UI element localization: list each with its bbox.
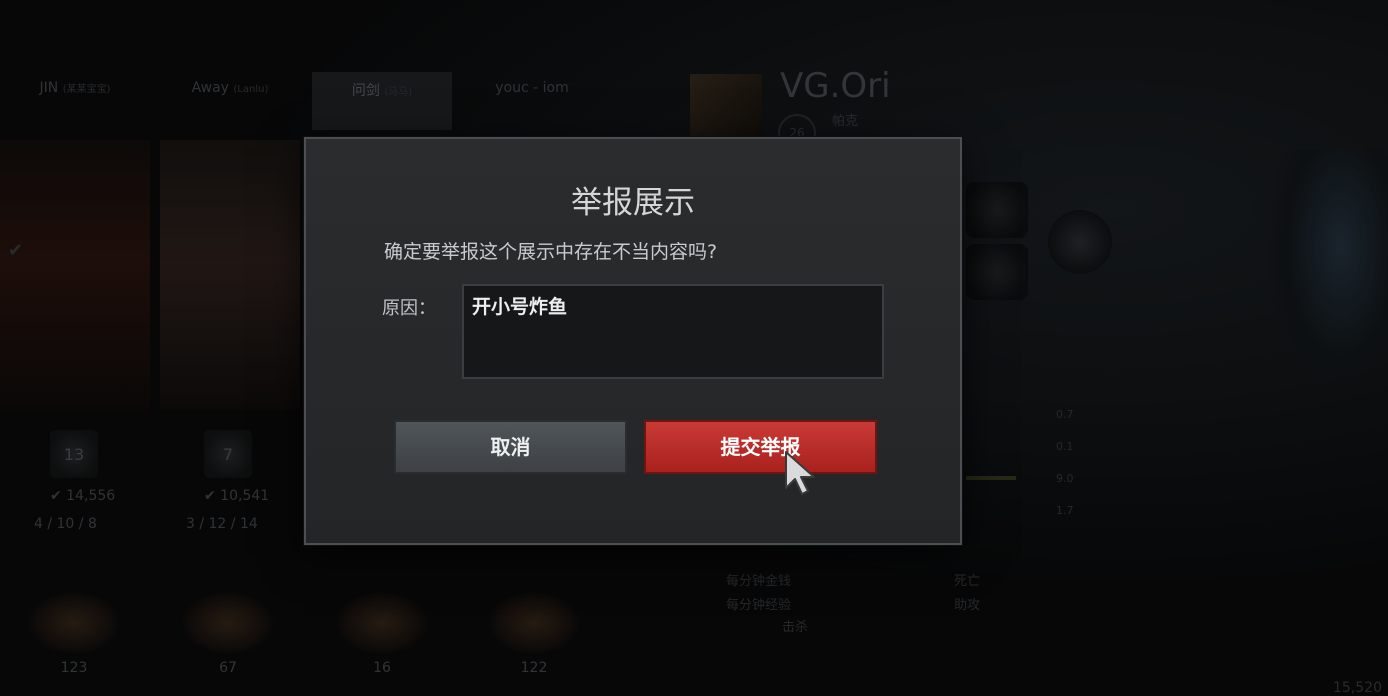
reason-input[interactable]: 开小号炸鱼 [462, 284, 884, 379]
dialog-title: 举报展示 [571, 185, 695, 221]
report-dialog: 举报展示 确定要举报这个展示中存在不当内容吗? 原因： 开小号炸鱼 取消 提交举… [304, 137, 962, 545]
submit-report-button[interactable]: 提交举报 [644, 420, 877, 474]
dialog-question: 确定要举报这个展示中存在不当内容吗? [384, 241, 718, 263]
reason-value: 开小号炸鱼 [472, 296, 568, 318]
cancel-button[interactable]: 取消 [394, 420, 627, 474]
reason-label: 原因： [382, 298, 436, 319]
mouse-cursor-icon [785, 451, 815, 495]
